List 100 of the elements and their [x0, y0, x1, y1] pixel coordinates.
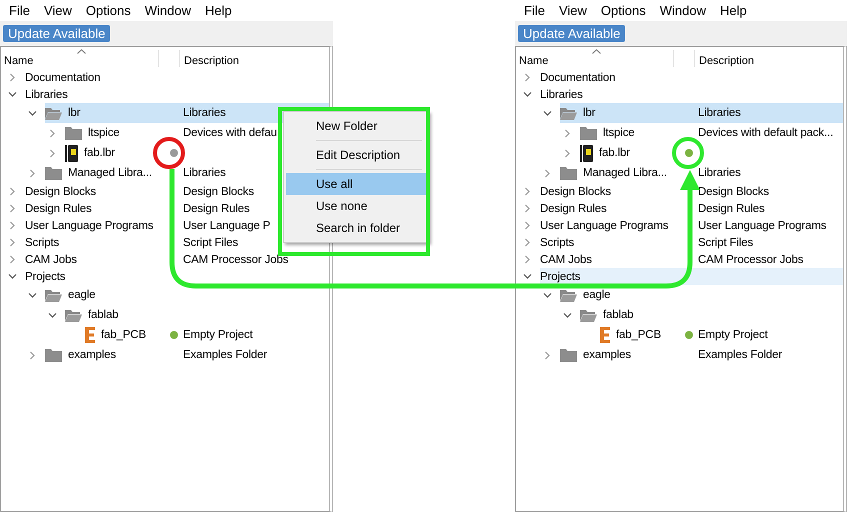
update-available-button[interactable]: Update Available — [3, 24, 110, 42]
item-name: User Language Programs — [25, 220, 154, 232]
item-name: fab.lbr — [599, 147, 631, 159]
item-name: Projects — [540, 270, 582, 282]
folder-icon — [560, 348, 577, 362]
tree-row[interactable]: lbr Libraries — [560, 103, 843, 123]
item-name: examples — [583, 349, 632, 361]
menu-item[interactable]: Search in folder — [286, 217, 426, 239]
item-name: Design Rules — [540, 202, 608, 214]
item-name: Design Blocks — [540, 186, 612, 198]
open-folder-icon — [580, 308, 597, 322]
tree-row[interactable]: Design Rules Design Rules — [540, 200, 843, 217]
eagle-project-icon — [600, 327, 610, 343]
item-name: examples — [68, 349, 118, 361]
tree-row[interactable]: CAM Jobs CAM Processor Jobs — [25, 251, 329, 268]
highlight-circle — [672, 137, 704, 169]
menu-entry[interactable]: Options — [594, 3, 653, 18]
open-folder-icon — [45, 106, 62, 120]
item-name: Libraries — [25, 88, 69, 100]
item-name: fab.lbr — [84, 147, 116, 159]
column-header[interactable]: Description — [184, 55, 240, 67]
eagle-project-icon — [85, 327, 95, 343]
item-description: Examples Folder — [697, 349, 782, 361]
menu-entry[interactable]: Options — [78, 3, 138, 18]
menu-entry[interactable]: Window — [652, 3, 713, 18]
item-description: Libraries — [182, 167, 226, 179]
item-name: eagle — [583, 289, 612, 301]
item-name: lbr — [68, 107, 82, 119]
item-description: Devices with default pack... — [697, 127, 834, 139]
tree-row[interactable]: Libraries — [540, 86, 843, 103]
item-description: Design Rules — [697, 202, 765, 214]
tree-row[interactable]: fablab — [580, 305, 843, 325]
tree-row[interactable]: User Language Programs User Language Programs — [540, 217, 843, 234]
item-name: Scripts — [540, 236, 576, 248]
item-description: Design Rules — [182, 202, 250, 214]
menu-entry[interactable]: Window — [138, 3, 198, 18]
menu-entry[interactable]: View — [552, 3, 594, 18]
library-book-icon — [65, 144, 78, 162]
column-header[interactable]: Name — [519, 55, 548, 67]
menu-entry[interactable]: View — [36, 3, 79, 18]
tree-row[interactable]: ltspice Devices with default pack... — [580, 123, 843, 143]
item-name: CAM Jobs — [540, 254, 593, 266]
item-name: ltspice — [88, 127, 121, 139]
item-name: Documentation — [540, 72, 616, 84]
menu-entry[interactable]: Help — [198, 3, 239, 18]
item-description: Empty Project — [697, 329, 768, 341]
menu-item[interactable]: Edit Description — [286, 144, 426, 166]
item-name: Managed Libra... — [68, 167, 153, 179]
tree-row[interactable]: eagle — [560, 285, 843, 305]
menu-entry[interactable]: File — [517, 3, 552, 18]
item-name: Design Blocks — [25, 186, 97, 198]
folder-icon — [65, 126, 82, 140]
tree-row[interactable]: Documentation — [25, 69, 329, 86]
item-name: ltspice — [603, 127, 636, 139]
item-name: Documentation — [25, 72, 102, 84]
open-folder-icon — [560, 288, 577, 302]
open-folder-icon — [65, 308, 82, 322]
item-description: Design Blocks — [182, 186, 254, 198]
tree-row[interactable]: fab.lbr — [580, 143, 843, 163]
menu-entry[interactable]: Help — [712, 3, 754, 18]
item-name: CAM Jobs — [25, 254, 78, 266]
item-description: CAM Processor Jobs — [182, 254, 288, 266]
update-available-button[interactable]: Update Available — [518, 24, 626, 42]
tree-row[interactable]: Managed Libra... Libraries — [560, 163, 843, 183]
menu-item[interactable]: Use all — [286, 173, 426, 195]
item-name: lbr — [583, 107, 596, 119]
item-name: fablab — [88, 309, 120, 321]
item-description: Design Blocks — [697, 186, 769, 198]
folder-icon — [45, 166, 62, 180]
tree-row[interactable]: eagle — [45, 285, 329, 305]
folder-icon — [580, 126, 597, 140]
tree-row[interactable]: Design Blocks Design Blocks — [540, 183, 843, 200]
column-header[interactable]: Description — [699, 55, 754, 67]
item-description: Empty Project — [182, 329, 253, 341]
tree-row[interactable]: Projects — [540, 268, 843, 285]
open-folder-icon — [560, 106, 577, 120]
tree-row[interactable]: Documentation — [540, 69, 843, 86]
item-description: Libraries — [697, 167, 741, 179]
item-description: Libraries — [182, 107, 226, 119]
tree-row[interactable]: fablab — [65, 305, 329, 325]
tree-row[interactable]: fab_PCB Empty Project — [85, 325, 329, 345]
item-name: Design Rules — [25, 202, 93, 214]
library-book-icon — [580, 144, 593, 162]
item-description: User Language Programs — [697, 220, 826, 232]
tree-row[interactable]: Scripts Script Files — [540, 234, 843, 251]
column-header[interactable]: Name — [4, 55, 34, 67]
sort-caret-icon — [592, 49, 601, 54]
item-name: Projects — [25, 270, 66, 282]
highlight-circle — [153, 137, 185, 169]
tree-row[interactable]: Projects — [25, 268, 329, 285]
item-description: Devices with defau — [182, 127, 277, 139]
item-name: fab_PCB — [101, 329, 147, 341]
tree-row[interactable]: Libraries — [25, 86, 329, 103]
menu-entry[interactable]: File — [2, 3, 37, 18]
menu-item[interactable]: Use none — [286, 195, 426, 217]
item-name: fablab — [603, 309, 634, 321]
tree-row[interactable]: examples Examples Folder — [45, 345, 329, 365]
tree-row[interactable]: fab_PCB Empty Project — [600, 325, 843, 345]
tree-row[interactable]: CAM Jobs CAM Processor Jobs — [540, 251, 843, 268]
tree-row[interactable]: examples Examples Folder — [560, 345, 843, 365]
